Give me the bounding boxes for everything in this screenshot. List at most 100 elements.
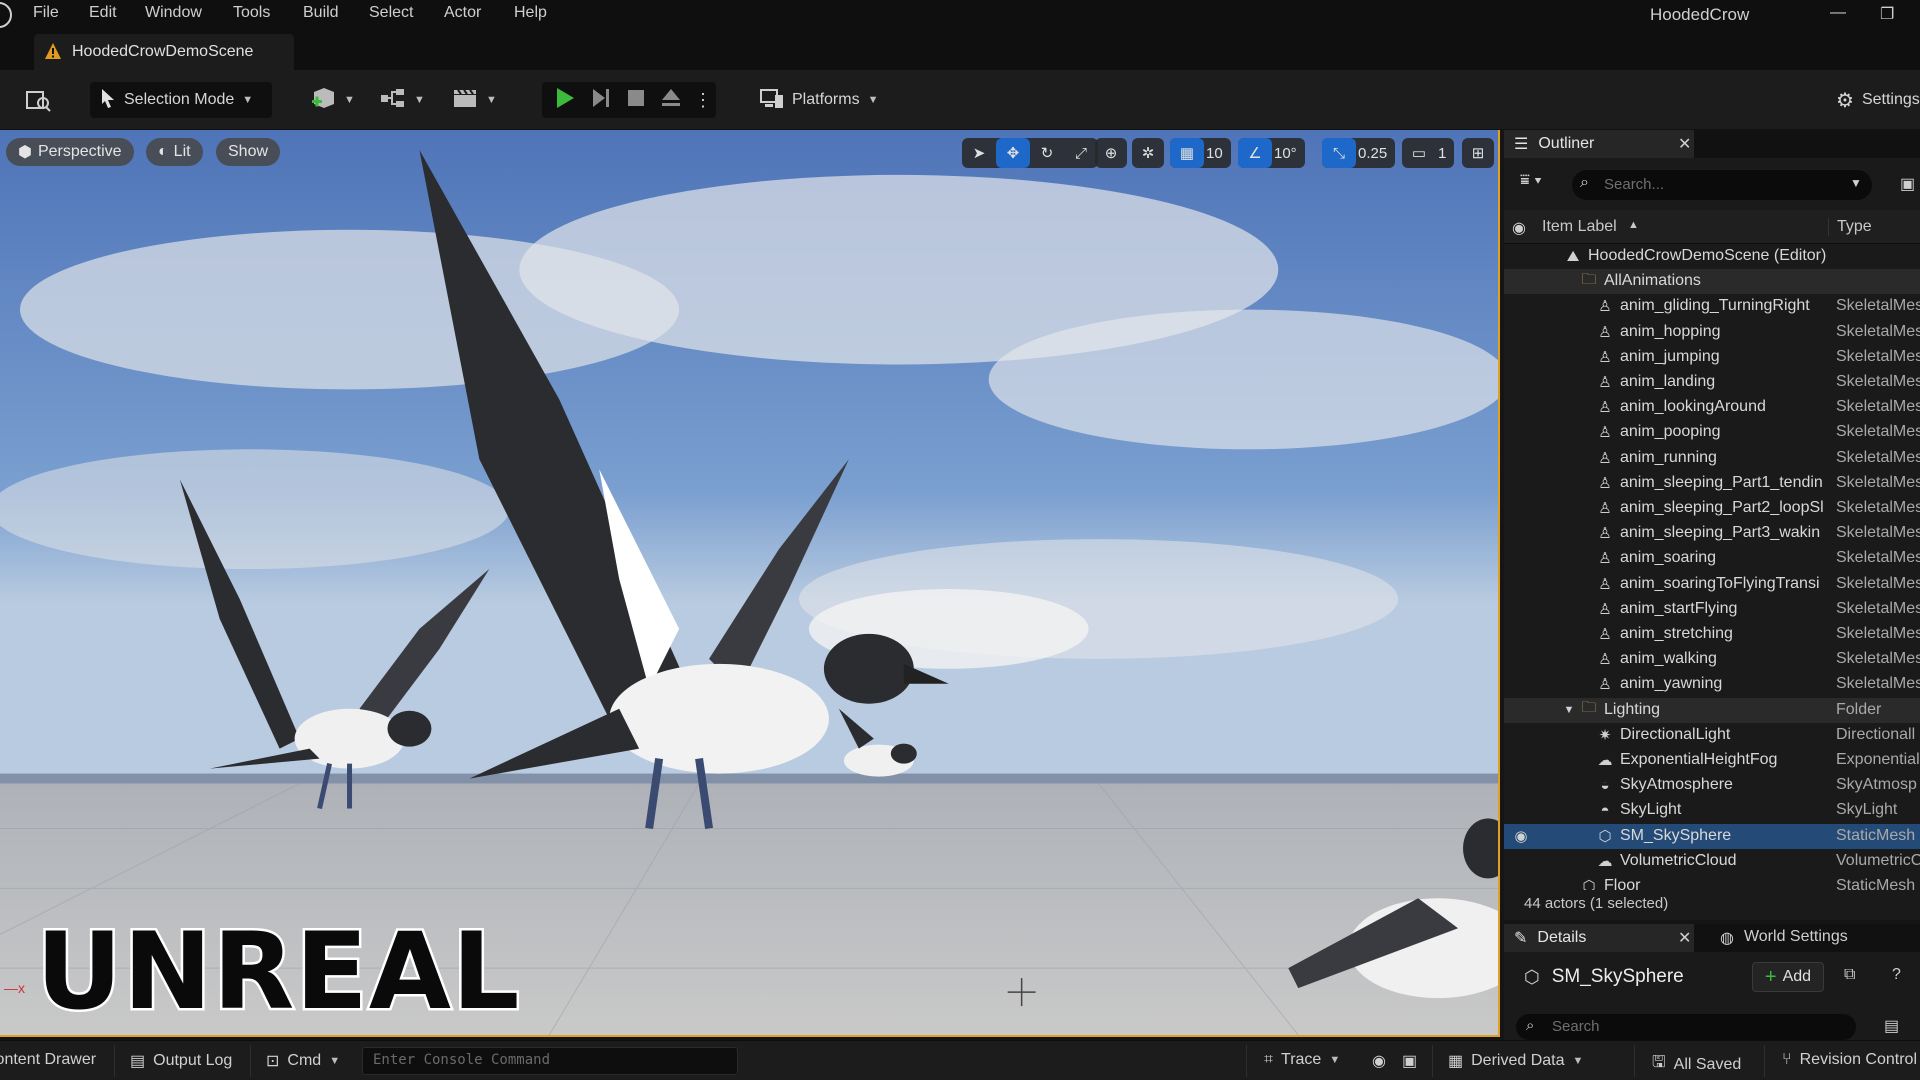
blueprint-button[interactable]: ▼: [380, 82, 430, 118]
outliner-row[interactable]: ♙ anim_yawning SkeletalMes: [1504, 672, 1920, 697]
perspective-button[interactable]: ⬢ Perspective: [6, 138, 134, 166]
outliner-row[interactable]: ♙ anim_soaringToFlyingTransi SkeletalMes: [1504, 572, 1920, 597]
outliner-row[interactable]: ☁ VolumetricCloud VolumetricC: [1504, 849, 1920, 874]
help-icon[interactable]: ?: [1892, 966, 1901, 984]
camera-speed-control[interactable]: ▭ 1: [1402, 138, 1455, 168]
outliner-row[interactable]: ♙ anim_stretching SkeletalMes: [1504, 622, 1920, 647]
step-icon[interactable]: [590, 87, 612, 114]
outliner-row[interactable]: ♙ anim_lookingAround SkeletalMes: [1504, 395, 1920, 420]
content-browser-icon[interactable]: [22, 82, 54, 118]
outliner-row[interactable]: ⛰ HoodedCrowDemoScene (Editor): [1504, 244, 1920, 269]
all-saved-button[interactable]: 🖫 All Saved: [1652, 1051, 1741, 1078]
scale-snap-control[interactable]: ⤡ 0.25: [1322, 138, 1396, 168]
outliner-search-input[interactable]: ⌕ Search... ▼: [1572, 170, 1872, 200]
filter-icon[interactable]: ⩸ ▾: [1520, 172, 1542, 190]
outliner-row[interactable]: ♙ anim_startFlying SkeletalMes: [1504, 597, 1920, 622]
add-folder-icon[interactable]: ▣: [1900, 174, 1915, 194]
scale-tool-icon[interactable]: ⤢: [1064, 138, 1098, 168]
outliner-row[interactable]: ♙ anim_running SkeletalMes: [1504, 446, 1920, 471]
record-icon[interactable]: ◉: [1372, 1051, 1386, 1071]
world-space-toggle[interactable]: ⊕: [1095, 138, 1127, 168]
show-button[interactable]: Show: [216, 138, 281, 166]
outliner-row[interactable]: ♙ anim_pooping SkeletalMes: [1504, 420, 1920, 445]
table-view-icon[interactable]: ▤: [1884, 1016, 1899, 1036]
outliner-column-header: ◉ Item Label ▲ Type: [1504, 210, 1920, 244]
outliner-row[interactable]: ♙ anim_hopping SkeletalMes: [1504, 320, 1920, 345]
level-viewport[interactable]: ⬢ Perspective ◐ Lit Show ➤ ✥ ↻ ⤢ ⊕ ✲ ▦ 1…: [0, 130, 1500, 1037]
settings-button[interactable]: ⚙ Settings: [1836, 82, 1920, 118]
minimize-icon[interactable]: —: [1830, 4, 1846, 22]
col-item-label[interactable]: Item Label: [1542, 218, 1617, 236]
console-command-input[interactable]: Enter Console Command: [362, 1047, 738, 1075]
close-icon[interactable]: ✕: [1678, 928, 1691, 948]
viewport-layout-button[interactable]: ⊞: [1462, 138, 1494, 168]
angle-snap-control[interactable]: ∠ 10°: [1238, 138, 1305, 168]
tab-world-settings[interactable]: ◍ World Settings: [1720, 928, 1848, 948]
outliner-row[interactable]: ▼ 🗀 Lighting Folder: [1504, 697, 1920, 723]
menu-actor[interactable]: Actor: [444, 4, 481, 22]
output-log-button[interactable]: ▤ Output Log: [130, 1051, 232, 1071]
content-drawer-label: Content Drawer: [0, 1051, 97, 1068]
stop-icon[interactable]: [626, 88, 646, 113]
cinematics-button[interactable]: ▼: [452, 82, 502, 118]
eject-icon[interactable]: [660, 87, 682, 114]
revision-control-button[interactable]: ⑂ Revision Control: [1782, 1051, 1917, 1069]
translate-tool-icon[interactable]: ✥: [996, 138, 1030, 168]
outliner-row[interactable]: ♙ anim_sleeping_Part2_loopSl SkeletalMes: [1504, 496, 1920, 521]
tab-outliner[interactable]: ☰ Outliner: [1504, 130, 1694, 158]
outliner-row[interactable]: ◓ SkyLight SkyLight: [1504, 798, 1920, 823]
selection-mode-dropdown[interactable]: Selection Mode ▼: [90, 82, 272, 118]
lit-button[interactable]: ◐ Lit: [146, 138, 203, 166]
cmd-dropdown[interactable]: ⊡ Cmd ▼: [266, 1051, 340, 1071]
derived-data-dropdown[interactable]: ▦ Derived Data ▼: [1448, 1051, 1583, 1071]
content-drawer-button[interactable]: Content Drawer: [0, 1051, 96, 1069]
trace-dropdown[interactable]: ⌗ Trace ▼: [1264, 1051, 1340, 1069]
play-icon[interactable]: [554, 87, 576, 114]
screenshot-icon[interactable]: ▣: [1402, 1051, 1417, 1071]
outliner-row[interactable]: ♙ anim_walking SkeletalMes: [1504, 647, 1920, 672]
expand-arrow-icon[interactable]: ▼: [1560, 700, 1578, 720]
outliner-row[interactable]: ☁ ExponentialHeightFog Exponential: [1504, 748, 1920, 773]
outliner-row[interactable]: ✷ DirectionalLight Directionall: [1504, 723, 1920, 748]
tab-hoodedcrow-demo-scene[interactable]: HoodedCrowDemoScene: [34, 34, 294, 70]
blueprint-icon[interactable]: ⧉: [1844, 966, 1855, 984]
menu-tools[interactable]: Tools: [233, 4, 270, 22]
eye-icon[interactable]: ◉: [1512, 826, 1530, 846]
close-icon[interactable]: ✕: [1678, 134, 1691, 154]
outliner-row[interactable]: ♙ anim_landing SkeletalMes: [1504, 370, 1920, 395]
unreal-app-icon[interactable]: [0, 2, 12, 28]
menu-select[interactable]: Select: [369, 4, 413, 22]
tab-details[interactable]: ✎ Details: [1504, 924, 1694, 952]
outliner-row[interactable]: ◉ ⬡ SM_SkySphere StaticMesh: [1504, 823, 1920, 849]
outliner-row-type: SkeletalMes: [1836, 347, 1920, 365]
add-actor-button[interactable]: ▼: [310, 82, 360, 118]
rotate-tool-icon[interactable]: ↻: [1030, 138, 1064, 168]
details-search-input[interactable]: ⌕ Search: [1516, 1014, 1856, 1040]
platforms-dropdown[interactable]: Platforms ▼: [760, 82, 880, 118]
chevron-down-icon[interactable]: ▼: [1850, 176, 1862, 190]
outliner-row[interactable]: ♙ anim_jumping SkeletalMes: [1504, 345, 1920, 370]
outliner-row[interactable]: ♙ anim_gliding_TurningRight SkeletalMes: [1504, 294, 1920, 319]
eye-icon[interactable]: ◉: [1512, 218, 1526, 238]
surface-snap-toggle[interactable]: ✲: [1132, 138, 1164, 168]
grid-snap-control[interactable]: ▦ 10: [1170, 138, 1231, 168]
add-component-button[interactable]: + Add: [1752, 962, 1824, 992]
menu-edit[interactable]: Edit: [89, 4, 117, 22]
chevron-down-icon: ▼: [1329, 1054, 1341, 1066]
outliner-row[interactable]: 🗀 AllAnimations: [1504, 269, 1920, 295]
more-options-icon[interactable]: ⋮: [694, 90, 712, 111]
menu-help[interactable]: Help: [514, 4, 547, 22]
menu-build[interactable]: Build: [303, 4, 339, 22]
viewport-scene[interactable]: [0, 130, 1498, 1035]
col-type[interactable]: Type: [1828, 218, 1872, 236]
console-placeholder: Enter Console Command: [373, 1052, 551, 1068]
outliner-row-type: SkeletalMes: [1836, 675, 1920, 693]
outliner-row[interactable]: ♙ anim_soaring SkeletalMes: [1504, 546, 1920, 571]
outliner-row[interactable]: ◒ SkyAtmosphere SkyAtmosp: [1504, 773, 1920, 798]
menu-file[interactable]: File: [33, 4, 59, 22]
menu-window[interactable]: Window: [145, 4, 202, 22]
outliner-row[interactable]: ♙ anim_sleeping_Part3_wakin SkeletalMes: [1504, 521, 1920, 546]
outliner-row[interactable]: ♙ anim_sleeping_Part1_tendin SkeletalMes: [1504, 471, 1920, 496]
restore-icon[interactable]: ❐: [1880, 4, 1894, 24]
select-tool-icon[interactable]: ➤: [962, 138, 996, 168]
